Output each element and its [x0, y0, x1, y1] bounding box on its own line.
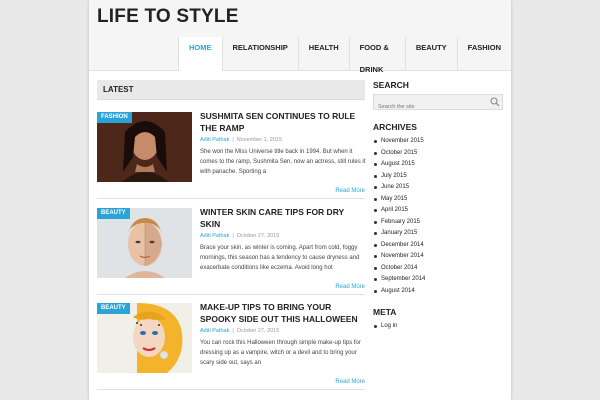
archive-link[interactable]: November 2014: [373, 251, 503, 263]
archives-heading: ARCHIVES: [373, 122, 417, 132]
section-heading-latest: LATEST: [97, 80, 365, 100]
site-header: LIFE TO STYLE HOME RELATIONSHIP HEALTH F…: [89, 0, 511, 74]
nav-item-health[interactable]: HEALTH: [297, 37, 349, 70]
meta-separator: |: [232, 233, 234, 239]
search-input[interactable]: [374, 100, 492, 114]
post-title[interactable]: WINTER SKIN CARE TIPS FOR DRY SKIN: [200, 206, 366, 230]
post-title[interactable]: SUSHMITA SEN CONTINUES TO RULE THE RAMP: [200, 110, 366, 134]
archive-link[interactable]: July 2015: [373, 171, 503, 183]
archive-link[interactable]: August 2015: [373, 159, 503, 171]
post-meta: Aditi Pathak | October 27, 2015: [200, 233, 366, 239]
search-form: [373, 94, 503, 114]
nav-item-beauty[interactable]: BEAUTY: [404, 37, 457, 70]
archive-link[interactable]: September 2014: [373, 274, 503, 286]
meta-separator: |: [232, 137, 234, 143]
search-icon: [490, 97, 500, 107]
archive-link[interactable]: December 2014: [373, 240, 503, 252]
post-item: BEAUTY MAKE-UP TIPS TO BRING YOUR SPOOKY…: [97, 301, 366, 390]
post-author[interactable]: Aditi Pathak: [200, 328, 229, 334]
site-title[interactable]: LIFE TO STYLE: [97, 6, 239, 28]
post-excerpt: She won the Miss Universe title back in …: [200, 149, 366, 175]
login-link[interactable]: Log in: [373, 321, 503, 333]
sidebar: SEARCH ARCHIVES November 2015 October 20…: [373, 80, 503, 333]
archive-link[interactable]: June 2015: [373, 182, 503, 194]
archive-link[interactable]: February 2015: [373, 217, 503, 229]
post-thumbnail[interactable]: FASHION: [97, 112, 192, 182]
archive-link[interactable]: May 2015: [373, 194, 503, 206]
post-excerpt: Brace your skin, as winter is coming. Ap…: [200, 245, 360, 271]
search-heading: SEARCH: [373, 80, 409, 90]
read-more-link[interactable]: Read More: [335, 284, 365, 290]
main-content: LATEST FASHION SUSHMITA SEN CONTINUES TO…: [97, 80, 365, 390]
post-item: BEAUTY WINTER SKIN CARE TIPS FOR DRY SKI…: [97, 206, 366, 295]
post-item: FASHION SUSHMITA SEN CONTINUES TO RULE T…: [97, 110, 366, 199]
archive-link[interactable]: November 2015: [373, 136, 503, 148]
post-body: WINTER SKIN CARE TIPS FOR DRY SKIN Aditi…: [200, 206, 366, 273]
post-meta: Aditi Pathak | November 1, 2015: [200, 137, 366, 143]
meta-heading: META: [373, 307, 397, 317]
post-title[interactable]: MAKE-UP TIPS TO BRING YOUR SPOOKY SIDE O…: [200, 301, 366, 325]
read-more-link[interactable]: Read More: [335, 188, 365, 194]
post-author[interactable]: Aditi Pathak: [200, 233, 229, 239]
post-excerpt: You can rock this Halloween through simp…: [200, 340, 361, 366]
archive-link[interactable]: January 2015: [373, 228, 503, 240]
page-container: LIFE TO STYLE HOME RELATIONSHIP HEALTH F…: [89, 0, 511, 400]
archive-link[interactable]: October 2014: [373, 263, 503, 275]
post-date: October 27, 2015: [236, 328, 280, 334]
nav-item-food-drink[interactable]: FOOD & DRINK: [348, 37, 405, 74]
read-more-link[interactable]: Read More: [335, 379, 365, 385]
archive-link[interactable]: August 2014: [373, 286, 503, 298]
archive-link[interactable]: April 2015: [373, 205, 503, 217]
archive-link[interactable]: October 2015: [373, 148, 503, 160]
search-button[interactable]: [488, 95, 502, 109]
post-date: October 27, 2015: [236, 233, 280, 239]
main-navigation: HOME RELATIONSHIP HEALTH FOOD & DRINK BE…: [178, 37, 511, 74]
meta-list: Log in: [373, 321, 503, 333]
category-badge[interactable]: BEAUTY: [97, 303, 130, 314]
post-thumbnail[interactable]: BEAUTY: [97, 208, 192, 278]
post-body: SUSHMITA SEN CONTINUES TO RULE THE RAMP …: [200, 110, 366, 177]
post-date: November 1, 2015: [236, 137, 283, 143]
archives-list: November 2015 October 2015 August 2015 J…: [373, 136, 503, 297]
category-badge[interactable]: BEAUTY: [97, 208, 130, 219]
category-badge[interactable]: FASHION: [97, 112, 132, 123]
nav-item-relationship[interactable]: RELATIONSHIP: [221, 37, 298, 70]
nav-item-home[interactable]: HOME: [178, 37, 222, 71]
post-body: MAKE-UP TIPS TO BRING YOUR SPOOKY SIDE O…: [200, 301, 366, 368]
post-author[interactable]: Aditi Pathak: [200, 137, 229, 143]
meta-separator: |: [232, 328, 234, 334]
nav-item-fashion[interactable]: FASHION: [456, 37, 511, 70]
post-meta: Aditi Pathak | October 27, 2015: [200, 328, 366, 334]
post-thumbnail[interactable]: BEAUTY: [97, 303, 192, 373]
